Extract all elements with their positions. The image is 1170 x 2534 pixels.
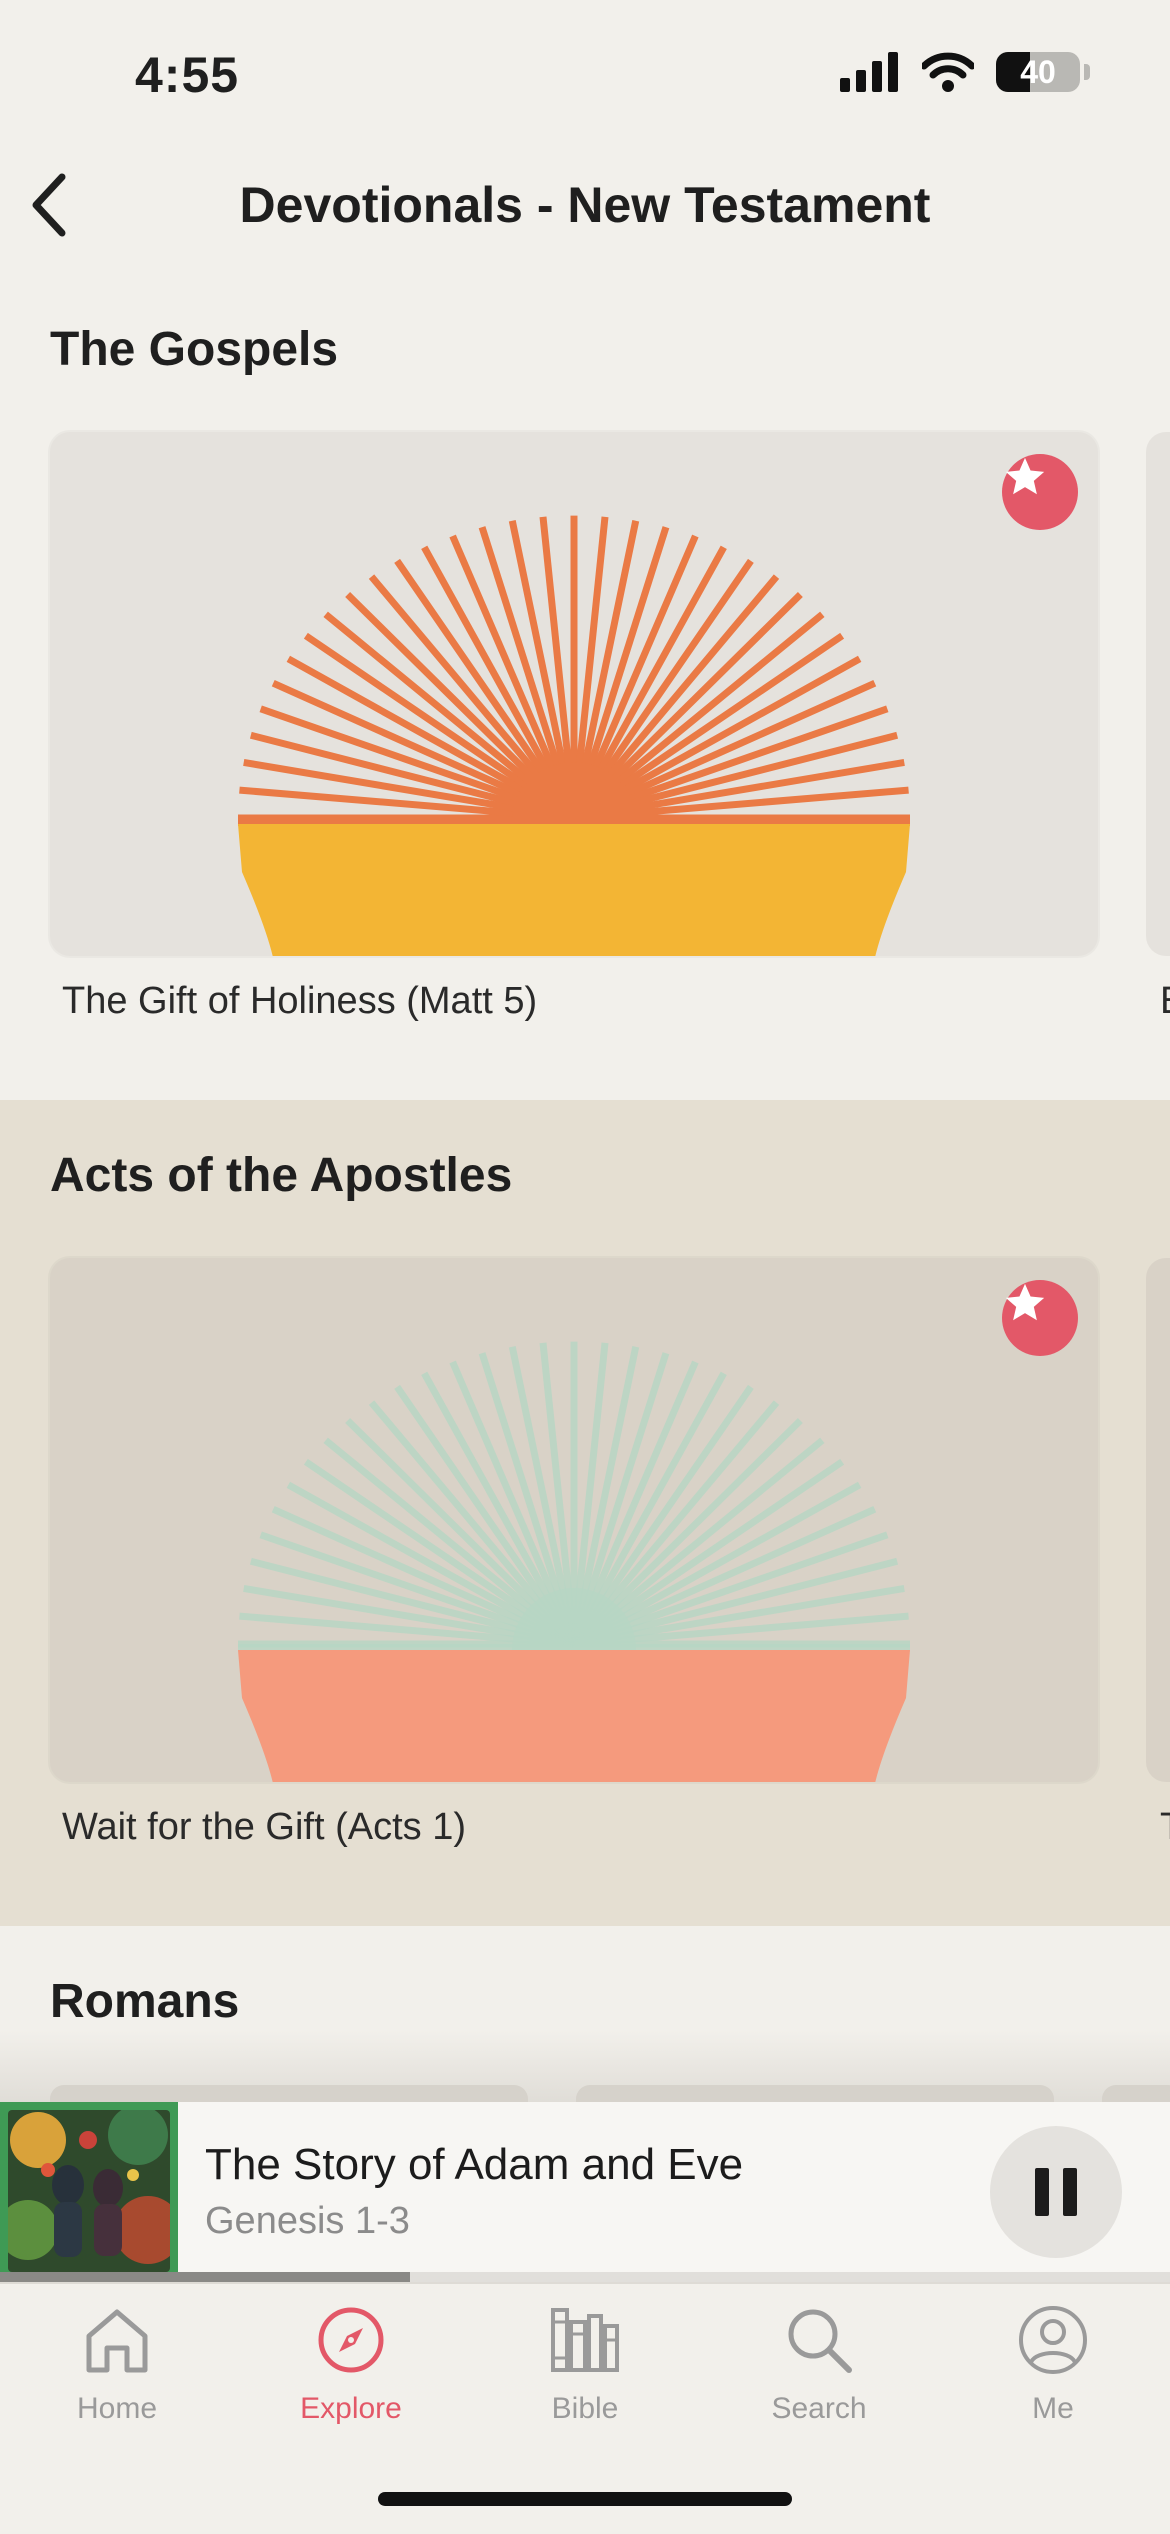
tab-me[interactable]: Me [936,2300,1170,2426]
star-icon [1005,457,1045,495]
next-card-peek[interactable] [1146,432,1170,956]
tab-label-home: Home [76,2392,158,2425]
person-icon [1019,2306,1087,2374]
card-title[interactable]: The Gift of Holiness (Matt 5) [62,980,537,1023]
section-title-gospels: The Gospels [50,323,339,376]
tab-home[interactable]: Home [0,2300,234,2426]
favorite-badge[interactable] [1002,454,1078,530]
star-icon [1005,1283,1045,1321]
tab-search[interactable]: Search [702,2300,936,2426]
battery-icon: 40 [996,52,1080,92]
sunrise-artwork [238,515,910,956]
sand-half-circle [238,824,910,956]
home-icon [86,2309,148,2373]
tab-bible[interactable]: Bible [468,2300,702,2426]
wifi-icon [922,52,974,92]
search-icon [788,2309,852,2373]
tab-label-explore: Explore [300,2392,402,2425]
favorite-badge[interactable] [1002,1280,1078,1356]
pause-icon-bar [1035,2168,1049,2216]
next-card-title-peek: T [1160,1806,1170,1849]
page-title: Devotionals - New Testament [239,177,931,233]
card-title[interactable]: Wait for the Gift (Acts 1) [62,1806,466,1849]
home-indicator [378,2492,792,2506]
pause-icon-bar [1063,2168,1077,2216]
tab-label-bible: Bible [551,2392,619,2425]
status-icons: 40 [840,52,1090,92]
sunrise-artwork [238,1341,910,1782]
section-title-romans: Romans [50,1975,240,2028]
compass-icon [318,2307,384,2373]
books-icon [551,2308,619,2372]
cellular-signal-icon [840,52,898,92]
now-playing-artwork [8,2110,170,2272]
next-card-peek[interactable] [1146,1258,1170,1782]
battery-percentage: 40 [1020,53,1056,90]
now-playing-title: The Story of Adam and Eve [205,2140,744,2189]
devotional-card[interactable] [50,432,1098,956]
now-playing-subtitle: Genesis 1-3 [205,2200,410,2242]
next-card-title-peek: E [1160,980,1170,1023]
tab-explore[interactable]: Explore [234,2300,468,2426]
adam-and-eve-artwork [8,2110,170,2272]
tab-label-me: Me [1032,2392,1074,2425]
playback-progress-fill [0,2272,410,2282]
status-time: 4:55 [135,47,240,103]
devotional-card[interactable] [50,1258,1098,1782]
section-title-acts: Acts of the Apostles [50,1149,513,1202]
sand-half-circle [238,1650,910,1782]
battery-cap [1084,64,1090,80]
tab-label-search: Search [771,2392,867,2425]
pause-button[interactable] [990,2126,1122,2258]
